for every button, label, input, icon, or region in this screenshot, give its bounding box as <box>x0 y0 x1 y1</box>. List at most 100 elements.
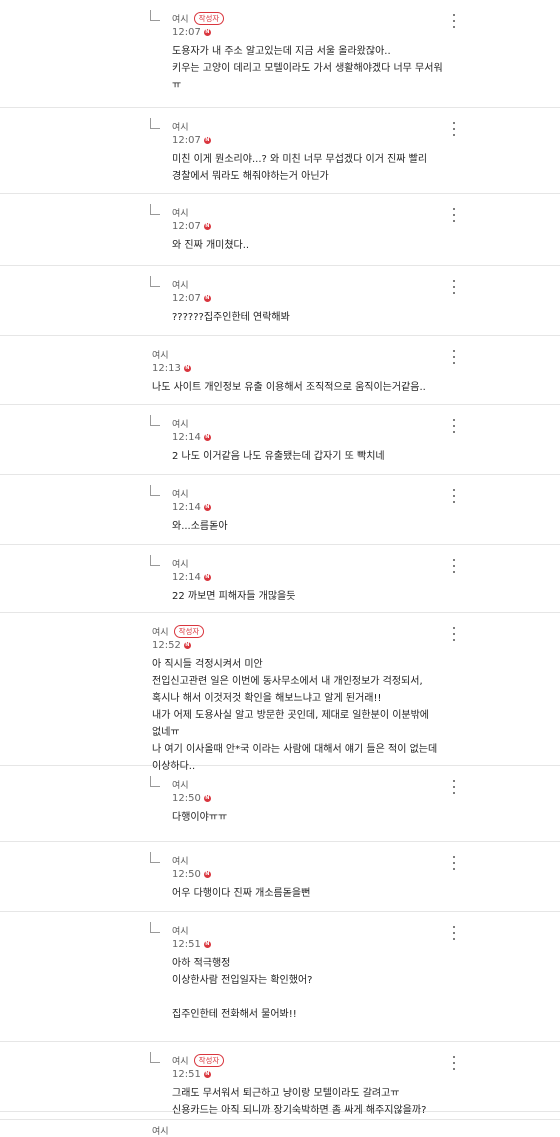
comment-item: 여시 12:07 N 미친 이게 뭔소리야...? 와 미친 너무 무섭겠다 이거 진… <box>0 108 560 194</box>
comment-time: 12:07 N <box>172 135 211 146</box>
comment-meta: 여시 작성자 <box>152 625 205 638</box>
more-options-icon[interactable] <box>452 419 456 433</box>
more-options-icon[interactable] <box>452 14 456 28</box>
new-badge-icon: N <box>203 295 211 302</box>
comment-item: 여시 12:51 N 아하 적극행정 이상한사람 전입일자는 확인했어? 집주인한테 … <box>0 912 560 1042</box>
author-nickname[interactable]: 여시 <box>172 854 189 867</box>
timestamp: 12:07 <box>172 293 201 304</box>
timestamp: 12:14 <box>172 572 201 583</box>
comment-text: 나도 사이트 개인정보 유출 이용해서 조직적으로 움직이는거같음.. <box>152 382 426 393</box>
more-options-icon[interactable] <box>452 350 456 364</box>
comment-list: 여시 작성자 12:07 N 도용자가 내 주소 알고있는데 지금 서울 올라왔잖아..… <box>0 0 560 1137</box>
timestamp: 12:14 <box>172 502 201 513</box>
comment-meta: 여시 <box>172 487 189 500</box>
author-nickname[interactable]: 여시 <box>172 487 189 500</box>
more-options-icon[interactable] <box>452 489 456 503</box>
more-options-icon[interactable] <box>452 208 456 222</box>
author-nickname[interactable]: 여시 <box>172 1054 189 1067</box>
more-options-icon[interactable] <box>452 280 456 294</box>
author-nickname[interactable]: 여시 <box>152 625 169 638</box>
comment-item: 여시 12:14 N 와...소름돋아 <box>0 475 560 545</box>
new-badge-icon: N <box>203 29 211 36</box>
more-options-icon[interactable] <box>452 856 456 870</box>
reply-arrow-icon <box>150 1052 160 1063</box>
author-nickname[interactable]: 여시 <box>172 12 189 25</box>
new-badge-icon: N <box>203 795 211 802</box>
comment-text: 어우 다행이다 진짜 개소름돋을뻔 <box>172 888 311 899</box>
comment-item: 여시 <box>0 1112 560 1137</box>
author-nickname[interactable]: 여시 <box>152 348 169 361</box>
comment-meta: 여시 <box>172 417 189 430</box>
timestamp: 12:07 <box>172 221 201 232</box>
comment-meta: 여시 <box>152 348 169 361</box>
author-nickname[interactable]: 여시 <box>172 778 189 791</box>
comment-meta: 여시 <box>172 278 189 291</box>
author-nickname[interactable]: 여시 <box>172 417 189 430</box>
comment-time: 12:14 N <box>172 572 211 583</box>
new-badge-icon: N <box>203 574 211 581</box>
comment-text: 도용자가 내 주소 알고있는데 지금 서울 올라왔잖아.. 키우는 고양이 데리… <box>172 46 443 91</box>
comment-time: 12:07 N <box>172 221 211 232</box>
new-badge-icon: N <box>203 941 211 948</box>
timestamp: 12:51 <box>172 939 201 950</box>
reply-arrow-icon <box>150 118 160 129</box>
comment-time: 12:51 N <box>172 1069 211 1080</box>
timestamp: 12:07 <box>172 27 201 38</box>
comment-text: 미친 이게 뭔소리야...? 와 미친 너무 무섭겠다 이거 진짜 빨리 경찰에… <box>172 154 428 182</box>
more-options-icon[interactable] <box>452 780 456 794</box>
new-badge-icon: N <box>203 137 211 144</box>
comment-meta: 여시 <box>172 120 189 133</box>
more-options-icon[interactable] <box>452 926 456 940</box>
more-options-icon[interactable] <box>452 559 456 573</box>
author-nickname[interactable]: 여시 <box>172 278 189 291</box>
new-badge-icon: N <box>203 434 211 441</box>
more-options-icon[interactable] <box>452 1056 456 1070</box>
comment-item: 여시 12:50 N 다행이야ㅠㅠ <box>0 766 560 842</box>
author-badge: 작성자 <box>173 625 205 638</box>
timestamp: 12:52 <box>152 640 181 651</box>
comment-time: 12:14 N <box>172 502 211 513</box>
reply-arrow-icon <box>150 204 160 215</box>
comment-item: 여시 12:50 N 어우 다행이다 진짜 개소름돋을뻔 <box>0 842 560 912</box>
author-nickname[interactable]: 여시 <box>152 1124 169 1137</box>
timestamp: 12:50 <box>172 793 201 804</box>
timestamp: 12:51 <box>172 1069 201 1080</box>
reply-arrow-icon <box>150 10 160 21</box>
author-badge: 작성자 <box>193 1054 225 1067</box>
comment-meta: 여시 <box>172 557 189 570</box>
comment-meta: 여시 <box>152 1124 169 1137</box>
author-nickname[interactable]: 여시 <box>172 120 189 133</box>
comment-time: 12:50 N <box>172 869 211 880</box>
comment-item: 여시 12:14 N 2 나도 이거같음 나도 유출됐는데 갑자기 또 빡치네 <box>0 405 560 475</box>
comment-time: 12:52 N <box>152 640 191 651</box>
timestamp: 12:13 <box>152 363 181 374</box>
author-nickname[interactable]: 여시 <box>172 924 189 937</box>
comment-item: 여시 12:14 N 22 까보면 피해자들 개많을듯 <box>0 545 560 613</box>
new-badge-icon: N <box>203 871 211 878</box>
new-badge-icon: N <box>203 504 211 511</box>
comment-item: 여시 12:07 N 와 진짜 개미쳤다.. <box>0 194 560 266</box>
comment-text: 아 직시들 걱정시켜서 미안 전입신고관련 일은 이번에 동사무소에서 내 개인… <box>152 659 438 772</box>
reply-arrow-icon <box>150 555 160 566</box>
comment-time: 12:07 N <box>172 27 211 38</box>
comment-meta: 여시 <box>172 924 189 937</box>
reply-arrow-icon <box>150 276 160 287</box>
comment-meta: 여시 작성자 <box>172 1054 225 1067</box>
more-options-icon[interactable] <box>452 122 456 136</box>
comment-time: 12:50 N <box>172 793 211 804</box>
comment-item: 여시 12:07 N ??????집주인한테 연락해봐 <box>0 266 560 336</box>
comment-item: 여시 작성자 12:52 N 아 직시들 걱정시켜서 미안 전입신고관련 일은 이번에 … <box>0 613 560 772</box>
comment-item: 여시 12:13 N 나도 사이트 개인정보 유출 이용해서 조직적으로 움직이는거같… <box>0 336 560 405</box>
author-nickname[interactable]: 여시 <box>172 557 189 570</box>
comment-time: 12:13 N <box>152 363 191 374</box>
comment-time: 12:51 N <box>172 939 211 950</box>
reply-arrow-icon <box>150 852 160 863</box>
comment-text: 22 까보면 피해자들 개많을듯 <box>172 591 296 602</box>
comment-meta: 여시 작성자 <box>172 12 225 25</box>
author-nickname[interactable]: 여시 <box>172 206 189 219</box>
comment-meta: 여시 <box>172 854 189 867</box>
more-options-icon[interactable] <box>452 627 456 641</box>
comment-item: 여시 작성자 12:51 N 그래도 무서워서 퇴근하고 냥이랑 모텔이라도 갈려고ㅠ … <box>0 1042 560 1116</box>
comment-item: 여시 작성자 12:07 N 도용자가 내 주소 알고있는데 지금 서울 올라왔잖아..… <box>0 0 560 108</box>
reply-arrow-icon <box>150 922 160 933</box>
